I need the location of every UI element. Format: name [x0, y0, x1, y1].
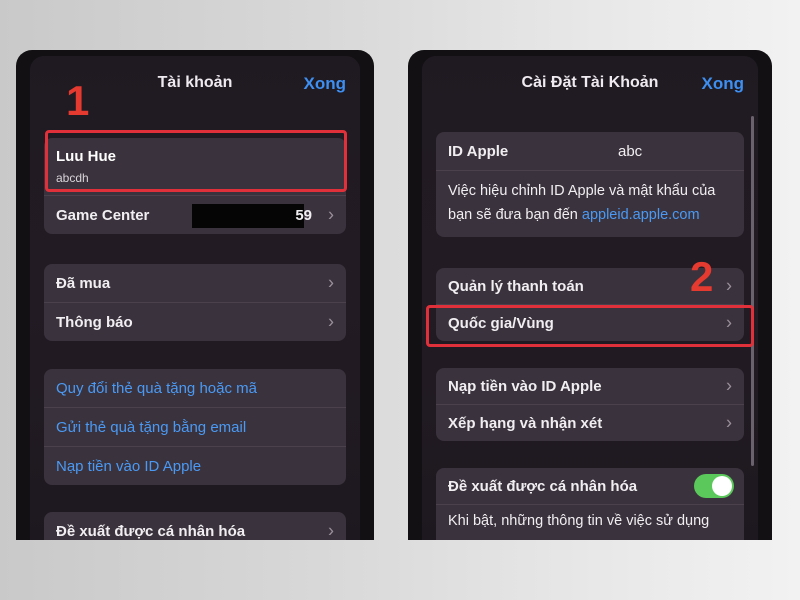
ratings-reviews-label: Xếp hạng và nhận xét: [448, 414, 603, 432]
add-funds-link[interactable]: Nạp tiền vào ID Apple: [44, 447, 346, 485]
chevron-right-icon: ›: [328, 272, 334, 293]
chevron-right-icon: ›: [726, 312, 732, 333]
funds-ratings-group: Nạp tiền vào ID Apple › Xếp hạng và nhận…: [436, 368, 744, 441]
personalized-label: Đề xuất được cá nhân hóa: [56, 522, 246, 540]
scrollbar[interactable]: [751, 116, 754, 466]
chevron-right-icon: ›: [726, 412, 732, 433]
ratings-reviews-row[interactable]: Xếp hạng và nhận xét ›: [436, 405, 744, 441]
redeem-gift-card-link[interactable]: Quy đổi thẻ quà tặng hoặc mã: [44, 369, 346, 408]
add-funds-label: Nạp tiền vào ID Apple: [448, 377, 602, 395]
apple-id-info: Việc hiệu chỉnh ID Apple và mật khẩu của…: [436, 171, 744, 237]
apple-id-row[interactable]: ID Apple abc: [436, 132, 744, 171]
profile-email: abcdh: [56, 171, 89, 185]
chevron-right-icon: ›: [328, 204, 334, 225]
done-button[interactable]: Xong: [702, 74, 745, 94]
apple-id-group: ID Apple abc Việc hiệu chỉnh ID Apple và…: [436, 132, 744, 237]
chevron-right-icon: ›: [726, 275, 732, 296]
toggle-knob: [712, 476, 732, 496]
done-button[interactable]: Xong: [304, 74, 347, 94]
chevron-right-icon: ›: [328, 520, 334, 541]
redacted-block: [192, 204, 304, 228]
chevron-right-icon: ›: [328, 311, 334, 332]
right-phone: Cài Đặt Tài Khoản Xong ID Apple abc Việc…: [408, 50, 772, 540]
country-region-label: Quốc gia/Vùng: [448, 314, 554, 332]
purchased-row[interactable]: Đã mua ›: [44, 264, 346, 303]
notifications-label: Thông báo: [56, 313, 133, 331]
game-center-value: 59: [295, 206, 312, 224]
purchased-label: Đã mua: [56, 274, 111, 292]
personalized-row[interactable]: Đề xuất được cá nhân hóa ›: [44, 512, 346, 541]
chevron-right-icon: ›: [726, 375, 732, 396]
notifications-row[interactable]: Thông báo ›: [44, 303, 346, 341]
manage-payments-label: Quản lý thanh toán: [448, 277, 584, 295]
profile-row[interactable]: Luu Hue abcdh: [44, 138, 346, 196]
apple-id-value: abc: [618, 142, 643, 160]
send-gift-card-link[interactable]: Gửi thẻ quà tặng bằng email: [44, 408, 346, 447]
gift-links-group: Quy đổi thẻ quà tặng hoặc mã Gửi thẻ quà…: [44, 369, 346, 485]
game-center-row[interactable]: Game Center 59 ›: [44, 196, 346, 234]
personalized-group: Đề xuất được cá nhân hóa Khi bật, những …: [436, 468, 744, 540]
step-number-1: 1: [66, 77, 90, 124]
personalized-desc: Khi bật, những thông tin về việc sử dụng: [448, 513, 710, 529]
personalized-toggle[interactable]: [694, 474, 734, 498]
profile-group: Luu Hue abcdh Game Center 59 ›: [44, 138, 346, 234]
appleid-link[interactable]: appleid.apple.com: [582, 207, 700, 223]
purchases-group: Đã mua › Thông báo ›: [44, 264, 346, 341]
add-funds-row[interactable]: Nạp tiền vào ID Apple ›: [436, 368, 744, 405]
profile-name: Luu Hue: [56, 148, 116, 165]
personalized-row[interactable]: Đề xuất được cá nhân hóa: [436, 468, 744, 505]
game-center-label: Game Center: [56, 206, 150, 224]
personalized-label: Đề xuất được cá nhân hóa: [448, 477, 638, 495]
personalized-group: Đề xuất được cá nhân hóa ›: [44, 512, 346, 540]
account-screen: Tài khoản Xong Luu Hue abcdh Game Center…: [30, 56, 360, 540]
apple-id-label: ID Apple: [448, 142, 509, 160]
step-number-2: 2: [690, 253, 714, 300]
country-region-row[interactable]: Quốc gia/Vùng ›: [436, 305, 744, 341]
